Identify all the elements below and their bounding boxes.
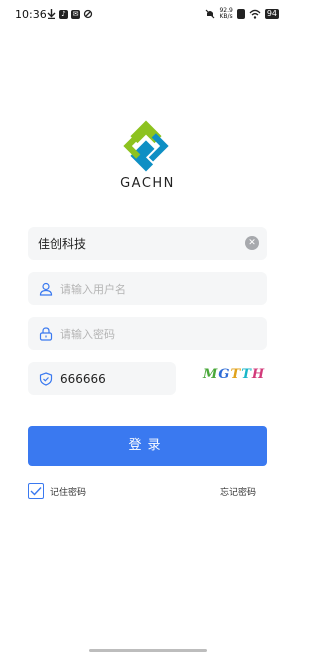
battery-icon: 94 [264,9,279,19]
remember-checkbox[interactable] [28,483,44,499]
gachn-logo [123,120,169,172]
mute-icon [206,9,215,19]
brand-name: GACHN [120,176,175,191]
home-indicator[interactable] [89,649,207,652]
username-placeholder: 请输入用户名 [60,282,126,296]
shield-check-icon [38,371,54,387]
company-value: 佳创科技 [38,237,87,251]
tiktok-icon: ♪ [59,9,68,19]
check-icon [30,487,42,496]
captcha-input[interactable]: 666666 [28,362,176,395]
company-field[interactable]: 佳创科技 ✕ [28,227,267,260]
captcha-char: G [218,367,230,382]
forgot-password-link[interactable]: 忘记密码 [220,485,256,498]
sync-icon [83,9,93,19]
captcha-value: 666666 [60,371,106,386]
captcha-char: T [241,367,251,382]
remember-label: 记住密码 [50,487,87,498]
lock-icon [38,326,54,342]
user-icon [38,281,54,297]
password-input[interactable]: 请输入密码 [28,317,267,350]
captcha-char: M [203,367,218,382]
captcha-char: H [251,367,265,382]
nfc-icon [236,9,245,19]
mail-icon: ✉ [71,9,80,19]
username-input[interactable]: 请输入用户名 [28,272,267,305]
status-time: 10:36 [15,8,47,21]
clear-icon[interactable]: ✕ [245,236,259,250]
download-icon [47,9,56,19]
wifi-icon [249,9,261,19]
password-placeholder: 请输入密码 [60,327,115,341]
captcha-char: T [230,367,241,382]
network-speed: 92.9 KB/s [219,7,233,20]
captcha-image[interactable]: M G T T H [203,367,267,385]
remember-password[interactable]: 记住密码 [28,483,86,499]
system-icons: 92.9 KB/s 94 [205,8,279,20]
notification-icons: ♪ ✉ [47,9,93,19]
status-bar: 10:36 ♪ ✉ 92.9 KB/s 94 [0,0,295,28]
login-button[interactable]: 登录 [28,426,267,466]
